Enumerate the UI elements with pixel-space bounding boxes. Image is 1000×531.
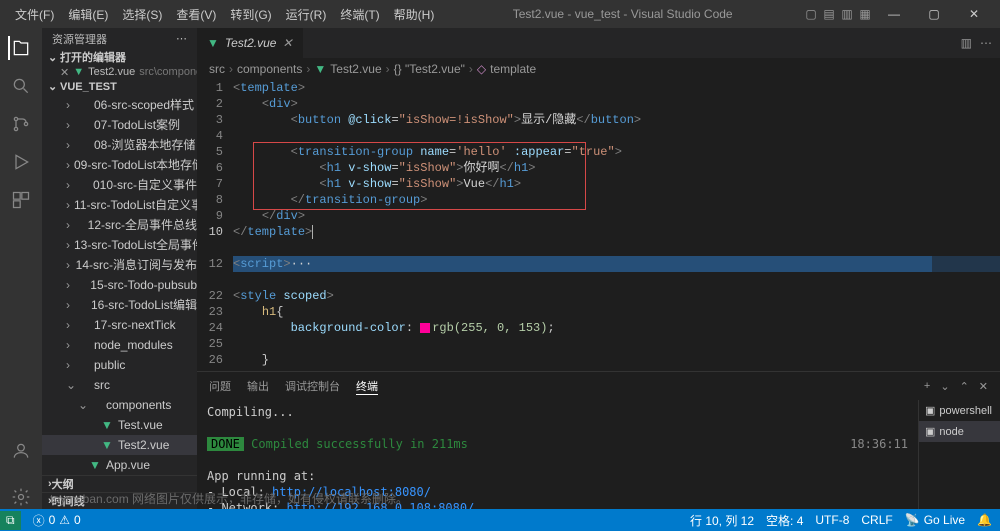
terminal-node[interactable]: ▣node [919, 421, 1000, 442]
account-icon[interactable] [9, 439, 33, 463]
open-editors-section[interactable]: ⌄打开的编辑器 [42, 49, 197, 65]
eol-indicator[interactable]: CRLF [861, 512, 892, 529]
explorer-icon[interactable] [8, 36, 32, 60]
breadcrumb[interactable]: src› components› ▼ Test2.vue› {} "Test2.… [197, 58, 1000, 80]
editor[interactable]: 123456789101222232425262728293031323334 … [197, 80, 1000, 371]
layout-sidebar-icon[interactable]: ▤ [822, 7, 836, 21]
cursor-position[interactable]: 行 10, 列 12 [690, 512, 754, 529]
panel-debug[interactable]: 调试控制台 [285, 378, 340, 394]
folder-item[interactable]: ›node_modules [42, 335, 197, 355]
close-icon[interactable]: ✕ [956, 7, 992, 21]
open-editor-item[interactable]: ✕ ▼ Test2.vue src\components [42, 65, 197, 79]
panel: 问题 输出 调试控制台 终端 + ⌄ ⌃ ✕ Compiling... DONE… [197, 371, 1000, 509]
menu-file[interactable]: 文件(F) [8, 6, 61, 23]
folder-item[interactable]: ›11-src-TodoList自定义事件 [42, 195, 197, 215]
panel-terminal[interactable]: 终端 [356, 378, 378, 395]
menubar: 文件(F) 编辑(E) 选择(S) 查看(V) 转到(G) 运行(R) 终端(T… [0, 0, 1000, 28]
editor-tabs: ▼ Test2.vue ✕ ▥ ⋯ [197, 28, 1000, 58]
folder-item[interactable]: ›13-src-TodoList全局事件总线 [42, 235, 197, 255]
terminal-powershell[interactable]: ▣powershell [919, 400, 1000, 421]
close-file-icon[interactable]: ✕ [60, 66, 69, 79]
window-title: Test2.vue - vue_test - Visual Studio Cod… [441, 7, 804, 21]
file-item[interactable]: ▼Test2.vue [42, 435, 197, 455]
folder-item[interactable]: ⌄src [42, 375, 197, 395]
source-control-icon[interactable] [9, 112, 33, 136]
minimap[interactable] [932, 80, 1000, 371]
layout-panel-icon[interactable]: ▢ [804, 7, 818, 21]
project-section[interactable]: ⌄VUE_TEST [42, 79, 197, 95]
search-icon[interactable] [9, 74, 33, 98]
menu-select[interactable]: 选择(S) [115, 6, 169, 23]
split-editor-icon[interactable]: ▥ [961, 36, 972, 50]
terminal-icon: ▣ [925, 404, 935, 417]
folder-item[interactable]: ›010-src-自定义事件 [42, 175, 197, 195]
outline-section[interactable]: ›大纲 [42, 475, 197, 492]
panel-output[interactable]: 输出 [247, 378, 269, 394]
sidebar-title: 资源管理器 [52, 31, 107, 47]
menu-terminal[interactable]: 终端(T) [333, 6, 386, 23]
notifications-icon[interactable]: 🔔 [977, 512, 992, 529]
terminal-list: ▣powershell ▣node [918, 400, 1000, 509]
split-terminal-icon[interactable]: ⌄ [940, 380, 949, 393]
close-panel-icon[interactable]: ✕ [979, 380, 988, 393]
tab-more-icon[interactable]: ⋯ [980, 36, 992, 50]
folder-item[interactable]: ›09-src-TodoList本地存储 [42, 155, 197, 175]
menu-help[interactable]: 帮助(H) [387, 6, 442, 23]
folder-item[interactable]: ›12-src-全局事件总线 [42, 215, 197, 235]
vue-icon: ▼ [73, 66, 84, 78]
folder-item[interactable]: ›15-src-Todo-pubsub [42, 275, 197, 295]
layout-custom-icon[interactable]: ▦ [858, 7, 872, 21]
run-debug-icon[interactable] [9, 150, 33, 174]
menu-view[interactable]: 查看(V) [169, 6, 223, 23]
extensions-icon[interactable] [9, 188, 33, 212]
file-item[interactable]: ▼App.vue [42, 455, 197, 475]
tab-close-icon[interactable]: ✕ [282, 36, 292, 50]
problems-status[interactable]: ⓧ 0 ⚠ 0 [33, 512, 81, 529]
menu-go[interactable]: 转到(G) [223, 6, 278, 23]
layout-right-icon[interactable]: ▥ [840, 7, 854, 21]
menu-run[interactable]: 运行(R) [279, 6, 334, 23]
menu-edit[interactable]: 编辑(E) [61, 6, 115, 23]
folder-item[interactable]: ›08-浏览器本地存储 [42, 135, 197, 155]
sidebar-more-icon[interactable]: ⋯ [176, 32, 187, 45]
golive-indicator[interactable]: 📡 Go Live [905, 512, 965, 529]
spaces-indicator[interactable]: 空格: 4 [766, 512, 803, 529]
vue-icon: ▼ [207, 36, 219, 50]
encoding-indicator[interactable]: UTF-8 [815, 512, 849, 529]
tab-test2[interactable]: ▼ Test2.vue ✕ [197, 28, 303, 58]
remote-indicator[interactable]: ⧉ [0, 511, 21, 530]
terminal-output[interactable]: Compiling... DONE Compiled successfully … [197, 400, 918, 509]
activitybar [0, 28, 42, 509]
folder-item[interactable]: ›17-src-nextTick [42, 315, 197, 335]
folder-item[interactable]: ›16-src-TodoList编辑 [42, 295, 197, 315]
statusbar: ⧉ ⓧ 0 ⚠ 0 行 10, 列 12 空格: 4 UTF-8 CRLF 📡 … [0, 509, 1000, 531]
timeline-section[interactable]: ›时间线 [42, 492, 197, 509]
maximize-panel-icon[interactable]: ⌃ [960, 380, 969, 393]
file-tree: ›06-src-scoped样式›07-TodoList案例›08-浏览器本地存… [42, 95, 197, 475]
maximize-icon[interactable]: ▢ [916, 7, 952, 21]
folder-item[interactable]: ›public [42, 355, 197, 375]
minimize-icon[interactable]: — [876, 7, 912, 21]
terminal-icon: ▣ [925, 425, 935, 438]
folder-item[interactable]: ›06-src-scoped样式 [42, 95, 197, 115]
new-terminal-icon[interactable]: + [924, 380, 930, 393]
panel-problems[interactable]: 问题 [209, 378, 231, 394]
folder-item[interactable]: ⌄components [42, 395, 197, 415]
editor-area: ▼ Test2.vue ✕ ▥ ⋯ src› components› ▼ Tes… [197, 28, 1000, 509]
folder-item[interactable]: ›07-TodoList案例 [42, 115, 197, 135]
folder-item[interactable]: ›14-src-消息订阅与发布 [42, 255, 197, 275]
settings-icon[interactable] [9, 485, 33, 509]
sidebar: 资源管理器 ⋯ ⌄打开的编辑器 ✕ ▼ Test2.vue src\compon… [42, 28, 197, 509]
file-item[interactable]: ▼Test.vue [42, 415, 197, 435]
